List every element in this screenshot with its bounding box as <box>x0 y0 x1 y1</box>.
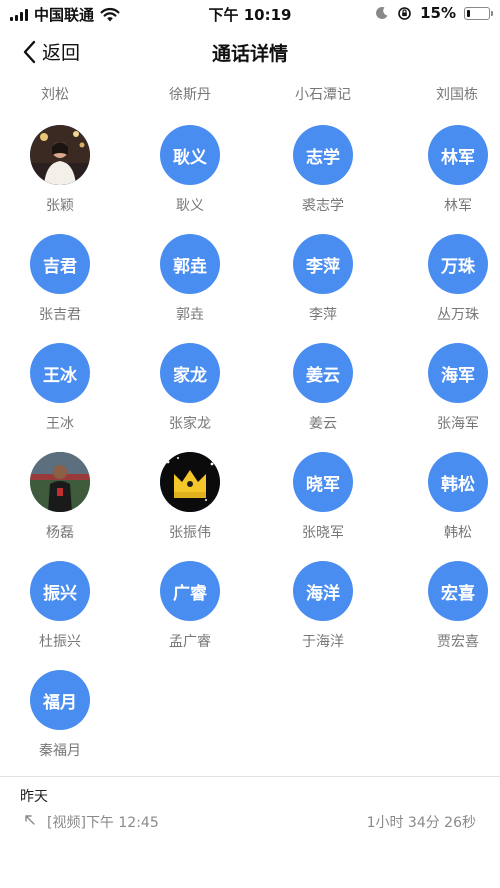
contact-cell[interactable]: 耿义 耿义 <box>130 125 250 229</box>
contact-avatar-initials: 广睿 <box>160 561 220 621</box>
contact-avatar-initials: 姜云 <box>293 343 353 403</box>
back-button[interactable]: 返回 <box>22 38 80 65</box>
contact-name: 于海洋 <box>302 634 344 650</box>
moon-icon <box>376 6 388 19</box>
contact-name: 孟广睿 <box>169 634 211 650</box>
back-label: 返回 <box>42 42 81 64</box>
contact-name[interactable]: 刘松 <box>0 84 110 104</box>
contact-avatar-initials: 振兴 <box>30 561 90 621</box>
contact-name: 贾宏喜 <box>437 634 479 650</box>
contact-name[interactable]: 徐斯丹 <box>135 84 245 104</box>
contact-cell[interactable]: 王冰 王冰 <box>0 343 120 447</box>
contact-avatar-photo <box>30 452 90 512</box>
contact-avatar-initials: 海洋 <box>293 561 353 621</box>
contact-avatar-initials: 海军 <box>428 343 488 403</box>
status-bar: 中国联通 下午 10:19 15% <box>0 0 500 26</box>
navigation-bar: 返回 通话详情 <box>0 26 500 78</box>
call-type: [视频] <box>47 815 86 831</box>
contact-cell[interactable]: 晓军 张晓军 <box>263 452 383 556</box>
contact-cell[interactable]: 广睿 孟广睿 <box>130 561 250 665</box>
battery-percent: 15% <box>420 4 456 22</box>
call-time: 下午 12:45 <box>85 815 159 831</box>
contact-avatar-initials: 韩松 <box>428 452 488 512</box>
contact-name: 裘志学 <box>302 198 344 214</box>
contact-cell[interactable]: 张颖 <box>0 125 120 229</box>
history-date: 昨天 <box>20 789 48 805</box>
contact-cell[interactable]: 张振伟 <box>130 452 250 556</box>
orientation-lock-icon <box>398 6 411 20</box>
contact-avatar-initials: 王冰 <box>30 343 90 403</box>
contact-cell[interactable]: 振兴 杜振兴 <box>0 561 120 665</box>
call-duration: 1小时 34分 26秒 <box>366 815 476 831</box>
outgoing-call-arrow-icon <box>25 815 35 825</box>
contact-name: 姜云 <box>309 416 337 432</box>
contact-name: 耿义 <box>176 198 204 214</box>
contact-cell[interactable]: 福月 秦福月 <box>0 670 120 774</box>
contact-cell[interactable]: 万珠 丛万珠 <box>398 234 500 338</box>
call-info: [视频]下午 12:45 <box>47 812 159 832</box>
contact-name: 林军 <box>444 198 472 214</box>
contact-name: 张吉君 <box>39 307 81 323</box>
divider <box>0 776 500 777</box>
contact-cell[interactable]: 宏喜 贾宏喜 <box>398 561 500 665</box>
contact-avatar-initials: 李萍 <box>293 234 353 294</box>
contact-cell[interactable]: 郭垚 郭垚 <box>130 234 250 338</box>
call-record[interactable]: [视频]下午 12:45 1小时 34分 26秒 <box>0 810 500 836</box>
contact-avatar-initials: 家龙 <box>160 343 220 403</box>
contact-name: 杨磊 <box>46 525 74 541</box>
contact-cell[interactable]: 林军 林军 <box>398 125 500 229</box>
contact-cell[interactable]: 姜云 姜云 <box>263 343 383 447</box>
contact-name: 杜振兴 <box>39 634 81 650</box>
contact-avatar-initials: 郭垚 <box>160 234 220 294</box>
status-right: 15% <box>375 4 493 22</box>
battery-icon <box>464 6 493 20</box>
contact-cell[interactable]: 李萍 李萍 <box>263 234 383 338</box>
contact-name: 张振伟 <box>169 525 211 541</box>
contact-name: 郭垚 <box>176 307 204 323</box>
contact-name: 张晓军 <box>302 525 344 541</box>
top-name-row: 刘松 徐斯丹 小石潭记 刘国栋 <box>0 84 500 106</box>
contact-name: 张颖 <box>46 198 74 214</box>
contact-name: 韩松 <box>444 525 472 541</box>
contact-avatar-initials: 志学 <box>293 125 353 185</box>
contact-name[interactable]: 小石潭记 <box>268 84 378 104</box>
contact-name: 丛万珠 <box>437 307 479 323</box>
contact-avatar-photo <box>160 452 220 512</box>
contact-name: 张家龙 <box>169 416 211 432</box>
contact-avatar-initials: 万珠 <box>428 234 488 294</box>
contact-cell[interactable]: 海军 张海军 <box>398 343 500 447</box>
contact-avatar-initials: 吉君 <box>30 234 90 294</box>
contact-cell[interactable]: 志学 裘志学 <box>263 125 383 229</box>
contact-avatar-photo <box>30 125 90 185</box>
contact-avatar-initials: 林军 <box>428 125 488 185</box>
contact-cell[interactable]: 海洋 于海洋 <box>263 561 383 665</box>
chevron-left-icon <box>23 40 36 63</box>
contact-cell[interactable]: 杨磊 <box>0 452 120 556</box>
contact-name: 秦福月 <box>39 743 81 759</box>
contact-name: 王冰 <box>46 416 74 432</box>
contact-cell[interactable]: 韩松 韩松 <box>398 452 500 556</box>
contact-cell[interactable]: 家龙 张家龙 <box>130 343 250 447</box>
contact-name[interactable]: 刘国栋 <box>402 84 500 104</box>
contact-cell[interactable]: 吉君 张吉君 <box>0 234 120 338</box>
contact-name: 张海军 <box>437 416 479 432</box>
contact-avatar-initials: 耿义 <box>160 125 220 185</box>
contact-avatar-initials: 晓军 <box>293 452 353 512</box>
contact-avatar-initials: 宏喜 <box>428 561 488 621</box>
contact-name: 李萍 <box>309 307 337 323</box>
contact-avatar-initials: 福月 <box>30 670 90 730</box>
battery-level-fill <box>467 9 470 17</box>
